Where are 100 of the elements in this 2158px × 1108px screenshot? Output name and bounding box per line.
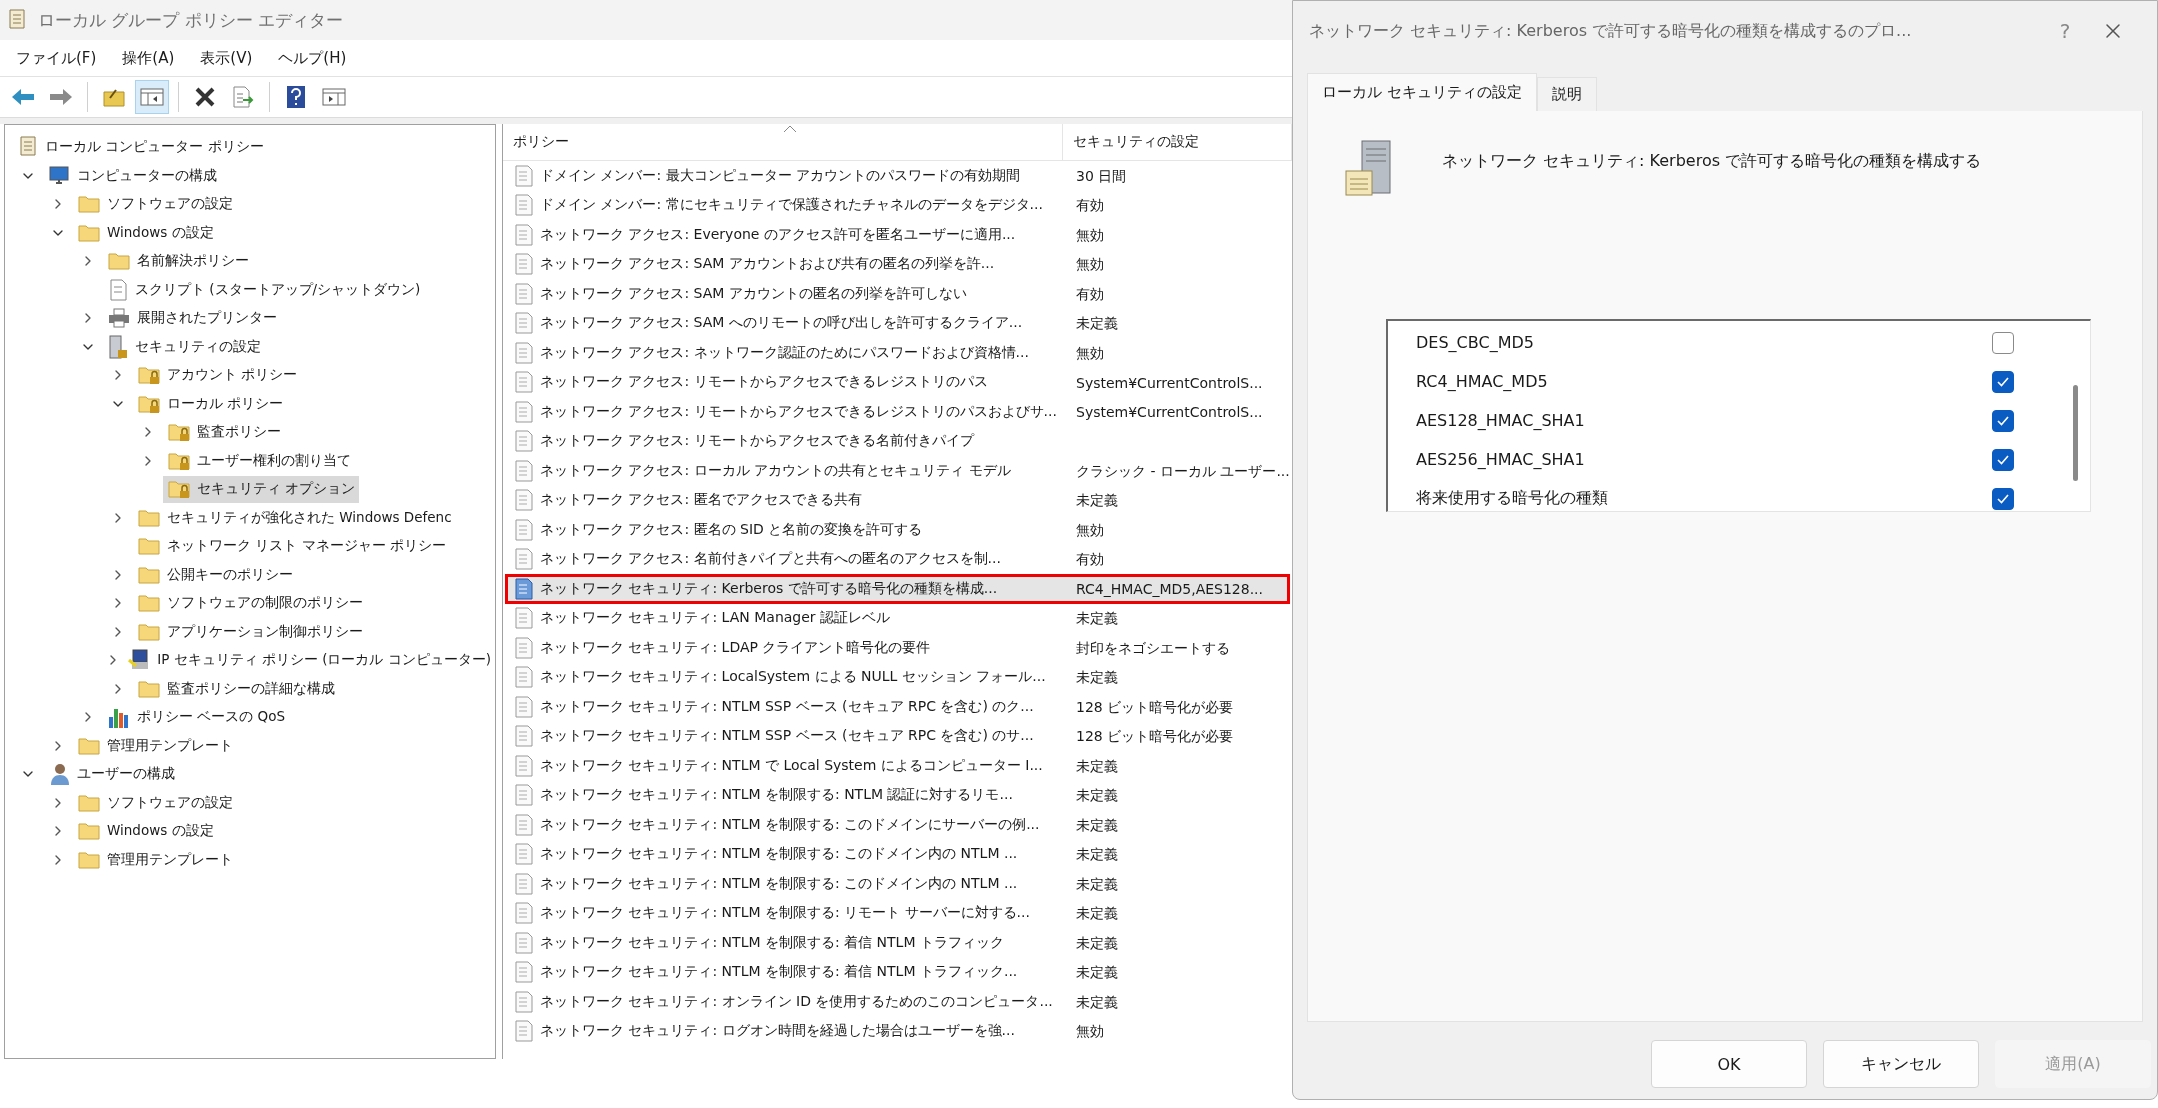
scrollbar-thumb[interactable] bbox=[2072, 385, 2078, 481]
table-row[interactable]: ネットワーク セキュリティ: NTLM SSP ベース (セキュア RPC を含む) のサ... 128 ビット暗号化が必要 bbox=[505, 721, 1290, 751]
table-row[interactable]: ネットワーク セキュリティ: NTLM を制限する: リモート サーバーに対する... 未定義 bbox=[505, 898, 1290, 928]
tree-item[interactable]: ユーザーの構成 bbox=[43, 760, 179, 788]
setting-value: 未定義 bbox=[1076, 905, 1118, 922]
setting-value: 未定義 bbox=[1076, 315, 1118, 332]
policy-name: ネットワーク アクセス: 匿名でアクセスできる共有 bbox=[540, 491, 862, 510]
table-row[interactable]: ネットワーク アクセス: 匿名でアクセスできる共有 未定義 bbox=[505, 485, 1290, 515]
policy-icon bbox=[514, 784, 534, 807]
setting-value: 無効 bbox=[1076, 344, 1104, 361]
tree-item[interactable]: Windows の設定 bbox=[73, 817, 218, 845]
table-row[interactable]: ネットワーク アクセス: ローカル アカウントの共有とセキュリティ モデル クラシック - ローカル ユーザー... bbox=[505, 456, 1290, 486]
locked-folder-icon bbox=[167, 478, 191, 501]
menu-item[interactable]: ファイル(F) bbox=[6, 44, 107, 72]
table-row[interactable]: ネットワーク セキュリティ: オンライン ID を使用するためのこのコンピュータ... 未定義 bbox=[505, 987, 1290, 1017]
policy-name: ネットワーク セキュリティ: NTLM を制限する: リモート サーバーに対する... bbox=[540, 904, 1030, 923]
checkbox[interactable] bbox=[1992, 331, 2014, 354]
tree-item[interactable]: セキュリティの設定 bbox=[103, 333, 265, 361]
policy-name: ネットワーク アクセス: SAM へのリモートの呼び出しを許可するクライア... bbox=[540, 314, 1023, 333]
dialog-button[interactable]: OK bbox=[1651, 1040, 1807, 1088]
scroll-icon bbox=[6, 8, 28, 32]
table-row[interactable]: ネットワーク セキュリティ: NTLM を制限する: このドメイン内の NTLM ... 未定義 bbox=[505, 869, 1290, 899]
tree-item[interactable]: 監査ポリシーの詳細な構成 bbox=[133, 675, 339, 703]
tree-item[interactable]: ソフトウェアの設定 bbox=[73, 789, 237, 817]
tree-item[interactable]: コンピューターの構成 bbox=[43, 162, 221, 190]
tree-item[interactable]: 管理用テンプレート bbox=[73, 846, 237, 874]
policy-icon bbox=[514, 194, 534, 217]
table-row[interactable]: ネットワーク アクセス: リモートからアクセスできる名前付きパイプ bbox=[505, 426, 1290, 456]
table-row[interactable]: ネットワーク セキュリティ: NTLM SSP ベース (セキュア RPC を含む) のク... 128 ビット暗号化が必要 bbox=[505, 692, 1290, 722]
table-row[interactable]: ネットワーク セキュリティ: NTLM を制限する: このドメイン内の NTLM ... 未定義 bbox=[505, 839, 1290, 869]
tree-item[interactable]: 管理用テンプレート bbox=[73, 732, 237, 760]
tree-item[interactable]: アプリケーション制御ポリシー bbox=[133, 618, 367, 646]
menu-item[interactable]: ヘルプ(H) bbox=[268, 44, 357, 72]
menu-item[interactable]: 表示(V) bbox=[190, 44, 263, 72]
policy-name: ドメイン メンバー: 常にセキュリティで保護されたチャネルのデータをデジタ... bbox=[540, 196, 1043, 215]
column-header[interactable]: ポリシー bbox=[503, 124, 1063, 160]
tree-item[interactable]: ローカル ポリシー bbox=[133, 390, 288, 418]
table-row[interactable]: ドメイン メンバー: 最大コンピューター アカウントのパスワードの有効期間 30 日間 bbox=[505, 161, 1290, 191]
panel-icon bbox=[322, 87, 346, 107]
tree-item[interactable]: スクリプト (スタートアップ/シャットダウン) bbox=[103, 276, 425, 304]
setting-value: 未定義 bbox=[1076, 846, 1118, 863]
table-row[interactable]: ネットワーク セキュリティ: LocalSystem による NULL セッション フォール... 未定義 bbox=[505, 662, 1290, 692]
table-row[interactable]: ネットワーク アクセス: 匿名の SID と名前の変換を許可する 無効 bbox=[505, 515, 1290, 545]
table-row[interactable]: ネットワーク アクセス: SAM アカウントの匿名の列挙を許可しない 有効 bbox=[505, 279, 1290, 309]
table-row[interactable]: ネットワーク セキュリティ: LDAP クライアント暗号化の要件 封印をネゴシエートする bbox=[505, 633, 1290, 663]
setting-value: 未定義 bbox=[1076, 669, 1118, 686]
folder-icon bbox=[137, 592, 161, 615]
table-row[interactable]: ネットワーク アクセス: リモートからアクセスできるレジストリのパスおよびサ... System¥CurrentControlS... bbox=[505, 397, 1290, 427]
tree-item[interactable]: ポリシー ベースの QoS bbox=[103, 703, 290, 731]
table-row[interactable]: ネットワーク アクセス: Everyone のアクセス許可を匿名ユーザーに適用... 無効 bbox=[505, 220, 1290, 250]
tree-item[interactable]: セキュリティが強化された Windows Defenc bbox=[133, 504, 456, 532]
table-row[interactable]: ネットワーク セキュリティ: LAN Manager 認証レベル 未定義 bbox=[505, 603, 1290, 633]
table-row[interactable]: ネットワーク セキュリティ: NTLM を制限する: このドメインにサーバーの例... 未定義 bbox=[505, 810, 1290, 840]
checkbox[interactable] bbox=[1992, 487, 2014, 510]
table-row[interactable]: ネットワーク アクセス: SAM へのリモートの呼び出しを許可するクライア... 未定義 bbox=[505, 308, 1290, 338]
tree-item[interactable]: 監査ポリシー bbox=[163, 418, 285, 446]
tree-item[interactable]: アカウント ポリシー bbox=[133, 361, 302, 389]
policy-name: ネットワーク セキュリティ: LDAP クライアント暗号化の要件 bbox=[540, 638, 931, 657]
setting-value: 無効 bbox=[1076, 226, 1104, 243]
setting-value: 未定義 bbox=[1076, 934, 1118, 951]
tree-item[interactable]: ユーザー権利の割り当て bbox=[163, 447, 355, 475]
checkmark-icon bbox=[1996, 453, 2010, 466]
setting-value: 無効 bbox=[1076, 256, 1104, 273]
tree-toggle-button[interactable] bbox=[135, 80, 169, 114]
setting-value: 無効 bbox=[1076, 521, 1104, 538]
table-row[interactable]: ネットワーク セキュリティ: NTLM を制限する: NTLM 認証に対するリモ... 未定義 bbox=[505, 780, 1290, 810]
tab[interactable]: ローカル セキュリティの設定 bbox=[1307, 73, 1537, 111]
tree-item[interactable]: セキュリティ オプション bbox=[163, 475, 360, 503]
table-row[interactable]: ネットワーク セキュリティ: ログオン時間を経過した場合はユーザーを強... 無効 bbox=[505, 1016, 1290, 1046]
table-row[interactable]: ネットワーク アクセス: 名前付きパイプと共有への匿名のアクセスを制... 有効 bbox=[505, 544, 1290, 574]
checkbox[interactable] bbox=[1992, 448, 2014, 471]
tree-item[interactable]: ネットワーク リスト マネージャー ポリシー bbox=[133, 532, 450, 560]
tree-item[interactable]: ソフトウェアの制限のポリシー bbox=[133, 589, 367, 617]
policy-name: ネットワーク セキュリティ: NTLM で Local System によるコンピューター I... bbox=[540, 756, 1043, 775]
tree-item[interactable]: IP セキュリティ ポリシー (ローカル コンピューター) bbox=[123, 646, 495, 674]
table-row[interactable]: ネットワーク アクセス: ネットワーク認証のためにパスワードおよび資格情... 無効 bbox=[505, 338, 1290, 368]
folder-icon bbox=[77, 193, 101, 216]
tree-item[interactable]: 展開されたプリンター bbox=[103, 304, 281, 332]
tree-item[interactable]: Windows の設定 bbox=[73, 219, 218, 247]
checkbox[interactable] bbox=[1992, 409, 2014, 432]
policy-icon bbox=[514, 518, 534, 541]
tree-item[interactable]: ソフトウェアの設定 bbox=[73, 190, 237, 218]
policy-icon bbox=[514, 282, 534, 305]
checkbox[interactable] bbox=[1992, 370, 2014, 393]
table-row[interactable]: ネットワーク セキュリティ: NTLM を制限する: 着信 NTLM トラフィック 未定義 bbox=[505, 928, 1290, 958]
table-row[interactable]: ネットワーク セキュリティ: Kerberos で許可する暗号化の種類を構成... RC4_HMAC_MD5,AES128... bbox=[505, 574, 1290, 604]
tree-item[interactable]: ローカル コンピューター ポリシー bbox=[13, 133, 268, 161]
tree-item[interactable]: 名前解決ポリシー bbox=[103, 247, 253, 275]
menu-item[interactable]: 操作(A) bbox=[112, 44, 185, 72]
option-label: DES_CBC_MD5 bbox=[1416, 333, 1534, 352]
dialog-title: ネットワーク セキュリティ: Kerberos で許可する暗号化の種類を構成するのプロ... bbox=[1309, 20, 1913, 42]
tab[interactable]: 説明 bbox=[1536, 77, 1597, 111]
table-row[interactable]: ネットワーク アクセス: リモートからアクセスできるレジストリのパス System¥CurrentControlS... bbox=[505, 367, 1290, 397]
dialog-button[interactable]: キャンセル bbox=[1823, 1040, 1979, 1088]
table-row[interactable]: ネットワーク アクセス: SAM アカウントおよび共有の匿名の列挙を許... 無効 bbox=[505, 249, 1290, 279]
table-row[interactable]: ネットワーク セキュリティ: NTLM を制限する: 着信 NTLM トラフィック... 未定義 bbox=[505, 957, 1290, 987]
table-row[interactable]: ドメイン メンバー: 常にセキュリティで保護されたチャネルのデータをデジタ... 有効 bbox=[505, 190, 1290, 220]
tree-item[interactable]: 公開キーのポリシー bbox=[133, 561, 297, 589]
table-row[interactable]: ネットワーク セキュリティ: NTLM で Local System によるコンピューター I... 未定義 bbox=[505, 751, 1290, 781]
setting-value: 未定義 bbox=[1076, 610, 1118, 627]
